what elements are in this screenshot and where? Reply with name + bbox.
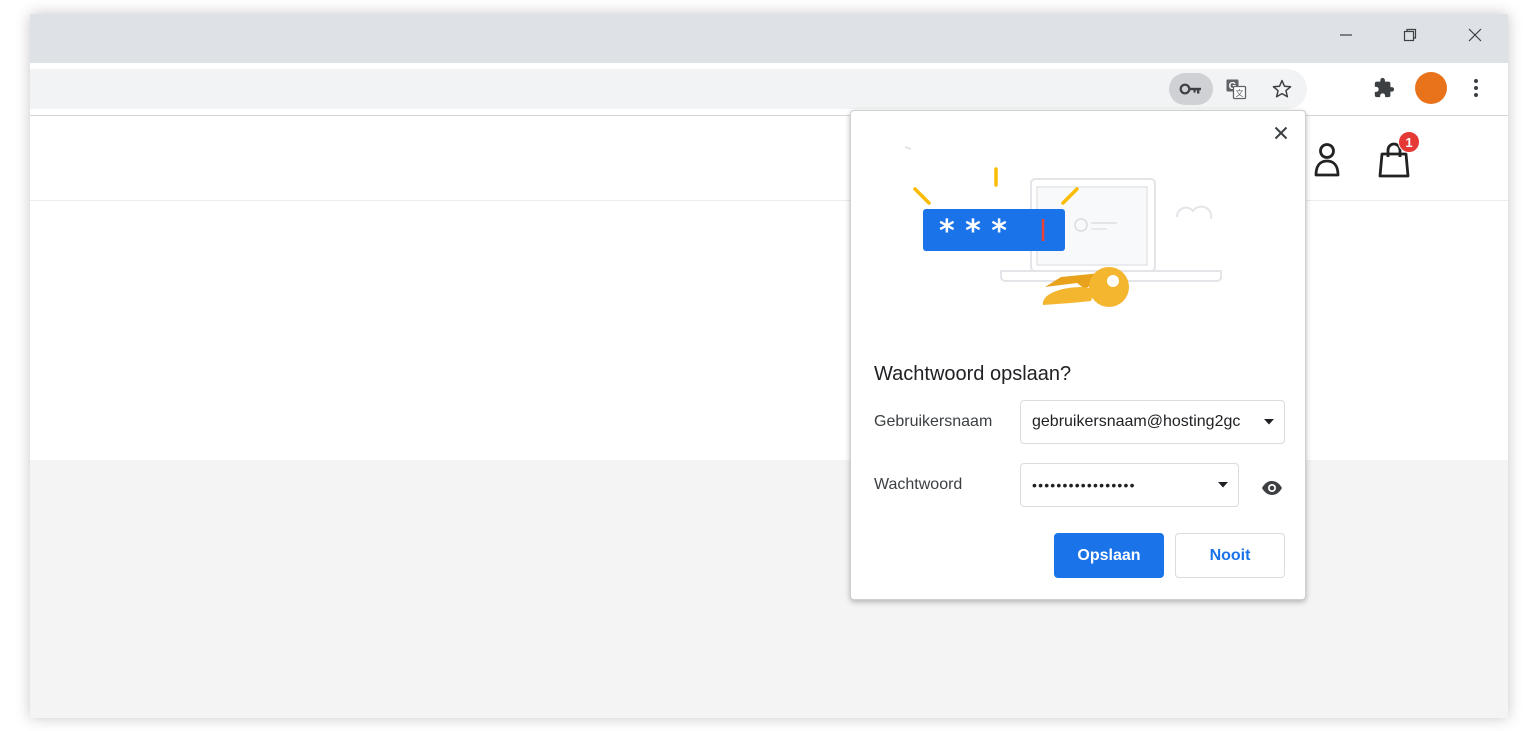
kebab-menu-icon — [1474, 79, 1478, 97]
cart-count-badge: 1 — [1398, 131, 1420, 153]
bookmark-star-button[interactable] — [1266, 73, 1298, 105]
avatar — [1415, 72, 1447, 104]
username-field[interactable]: gebruikersnaam@hosting2gc — [1020, 400, 1285, 444]
close-window-button[interactable] — [1455, 22, 1495, 48]
account-button[interactable] — [1310, 140, 1344, 180]
save-password-dialog: * * * Wachtwoord opslaan? Gebruikersnaam… — [850, 110, 1306, 600]
star-icon — [1272, 79, 1292, 98]
browser-toolbar: G 文 — [30, 63, 1508, 116]
dialog-title: Wachtwoord opslaan? — [874, 363, 1072, 385]
minimize-icon — [1340, 34, 1352, 36]
minimize-button[interactable] — [1326, 22, 1366, 48]
password-value: ••••••••••••••••• — [1032, 477, 1136, 493]
password-field[interactable]: ••••••••••••••••• — [1020, 463, 1239, 507]
title-bar — [30, 14, 1508, 63]
password-key-button[interactable] — [1169, 73, 1213, 105]
chevron-down-icon — [1218, 482, 1228, 488]
password-label: Wachtwoord — [874, 476, 963, 493]
translate-button[interactable]: G 文 — [1220, 73, 1252, 105]
username-value: gebruikersnaam@hosting2gc — [1032, 413, 1241, 430]
extensions-button[interactable] — [1367, 71, 1401, 105]
restore-icon — [1403, 28, 1417, 42]
key-icon — [1179, 83, 1201, 95]
close-icon — [1468, 28, 1482, 42]
password-illustration: * * * — [904, 146, 1222, 307]
username-label: Gebruikersnaam — [874, 413, 993, 430]
masked-password-text: * * * — [939, 214, 1007, 249]
profile-button[interactable] — [1414, 71, 1448, 105]
address-bar[interactable]: G 文 — [30, 69, 1307, 109]
browser-menu-button[interactable] — [1459, 71, 1493, 105]
close-icon — [1274, 126, 1288, 140]
translate-icon: G 文 — [1226, 79, 1247, 100]
eye-icon — [1262, 481, 1282, 495]
chevron-down-icon — [1264, 419, 1274, 425]
user-icon — [1314, 143, 1340, 177]
svg-text:文: 文 — [1236, 88, 1244, 98]
dialog-close-button[interactable] — [1269, 121, 1293, 145]
never-button[interactable]: Nooit — [1175, 533, 1285, 578]
show-password-button[interactable] — [1257, 473, 1287, 503]
save-button[interactable]: Opslaan — [1054, 533, 1164, 578]
password-dropdown[interactable] — [1208, 464, 1238, 506]
restore-button[interactable] — [1390, 22, 1430, 48]
puzzle-icon — [1374, 77, 1395, 98]
username-dropdown[interactable] — [1254, 401, 1284, 443]
